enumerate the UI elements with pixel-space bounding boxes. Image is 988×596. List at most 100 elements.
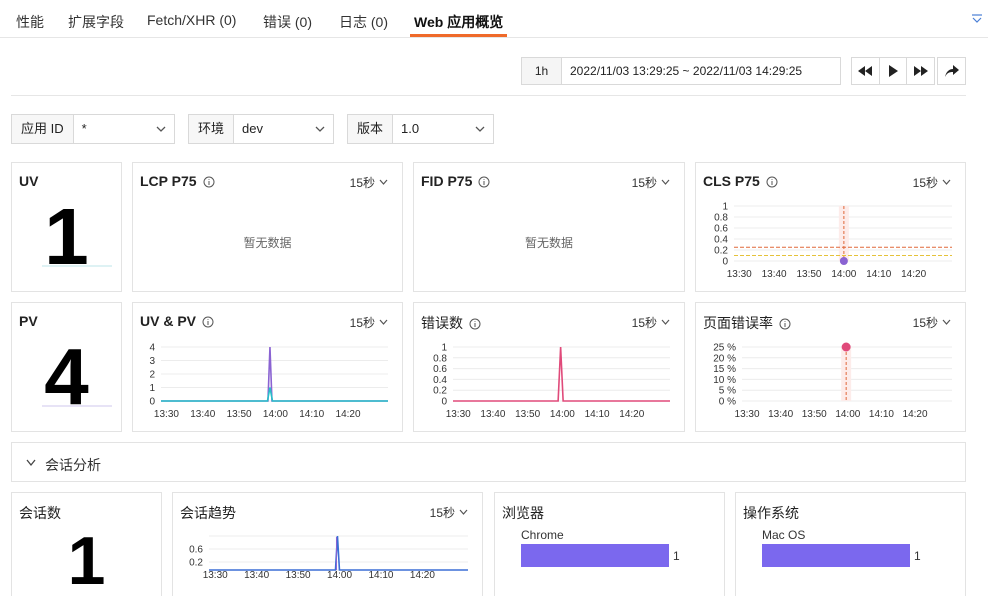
session-analysis-header[interactable]: 会话分析 xyxy=(11,442,966,482)
lcp-title-wrap: LCP P75 xyxy=(140,173,215,189)
y-tick-label: 4 xyxy=(149,343,155,354)
time-range-button[interactable]: 1h xyxy=(521,57,562,85)
cls-interval-select[interactable]: 15秒 xyxy=(913,174,951,191)
fid-title: FID P75 xyxy=(421,173,473,189)
errors-chart: 00.20.40.60.81 13:30 13:40 13:50 14:00 14:10 1… xyxy=(433,343,670,420)
x-tick-label: 13:30 xyxy=(735,409,760,420)
y-tick-label: 20 % xyxy=(713,353,736,364)
tab-extended-fields[interactable]: 扩展字段 xyxy=(68,12,124,32)
play-button[interactable] xyxy=(880,58,908,84)
interval-label: 15秒 xyxy=(631,316,657,330)
fast-forward-icon xyxy=(913,66,928,76)
time-range-display[interactable]: 2022/11/03 13:29:25 ~ 2022/11/03 14:29:2… xyxy=(561,57,841,85)
info-icon[interactable] xyxy=(779,318,791,330)
data-point xyxy=(839,257,848,265)
browser-bar xyxy=(521,544,669,567)
divider xyxy=(11,95,966,96)
info-icon[interactable] xyxy=(469,318,481,330)
browser-panel: 浏览器 Chrome 1 xyxy=(494,492,725,596)
rewind-button[interactable] xyxy=(852,58,880,84)
session-series-line xyxy=(209,535,468,571)
chevron-down-icon xyxy=(315,126,325,132)
x-tick-label: 14:20 xyxy=(336,409,361,420)
uv-pv-interval-select[interactable]: 15秒 xyxy=(350,314,388,331)
filter-env[interactable]: 环境 dev xyxy=(188,114,334,144)
share-button[interactable] xyxy=(937,57,966,85)
error-rate-interval-select[interactable]: 15秒 xyxy=(913,314,951,331)
filter-version-label: 版本 xyxy=(348,115,394,143)
session-trend-interval-select[interactable]: 15秒 xyxy=(430,504,468,521)
uv-pv-panel: UV & PV 15秒 0 1 2 3 4 13:30 13:40 13:50 14:00 14:… xyxy=(132,302,403,432)
y-tick-label: 0.8 xyxy=(433,353,447,364)
chevron-down-icon xyxy=(459,509,468,515)
info-icon[interactable] xyxy=(202,316,214,328)
chevron-down-icon xyxy=(156,126,166,132)
y-tick-label: 1 xyxy=(722,202,728,213)
y-tick-label: 0.4 xyxy=(714,235,728,246)
x-tick-label: 14:20 xyxy=(903,409,928,420)
x-tick-label: 13:50 xyxy=(796,269,821,280)
tab-web-overview[interactable]: Web 应用概览 xyxy=(414,12,503,32)
uv-value: 1 xyxy=(44,192,89,281)
data-point xyxy=(841,342,851,352)
lcp-interval-select[interactable]: 15秒 xyxy=(350,174,388,191)
browser-bar-label: Chrome xyxy=(521,528,564,542)
fid-title-wrap: FID P75 xyxy=(421,173,490,189)
y-tick-label: 0 xyxy=(149,397,155,408)
x-tick-label: 13:40 xyxy=(762,269,787,280)
info-icon[interactable] xyxy=(203,176,215,188)
chevron-down-icon xyxy=(475,126,485,132)
error-rate-chart: 0 %5 %10 %15 %20 %25 % 13:30 13:40 13:50 14:… xyxy=(713,342,952,420)
x-tick-label: 14:00 xyxy=(327,570,352,581)
pv-value: 4 xyxy=(44,332,89,421)
x-tick-label: 13:50 xyxy=(286,570,311,581)
filter-env-value: dev xyxy=(242,121,263,136)
cls-title: CLS P75 xyxy=(703,173,760,189)
os-title: 操作系统 xyxy=(743,505,799,521)
tab-performance[interactable]: 性能 xyxy=(16,12,44,32)
y-tick-label: 1 xyxy=(149,383,155,394)
rewind-icon xyxy=(858,66,873,76)
interval-label: 15秒 xyxy=(912,176,938,190)
x-tick-label: 14:00 xyxy=(550,409,575,420)
errors-title-wrap: 错误数 xyxy=(421,313,481,333)
fast-forward-button[interactable] xyxy=(907,58,934,84)
errors-panel: 错误数 15秒 0 0.2 0.4 0.6 0.8 1 13:30 13:40 13:50 14:… xyxy=(413,302,685,432)
filter-app-id[interactable]: 应用 ID * xyxy=(11,114,175,144)
pv-title: PV xyxy=(19,313,38,329)
fid-panel: FID P75 15秒 暂无数据 xyxy=(413,162,685,292)
uvpv-title-wrap: UV & PV xyxy=(140,313,214,329)
filter-app-id-label: 应用 ID xyxy=(12,115,74,143)
y-tick-label: 10 % xyxy=(713,375,736,386)
y-tick-label: 0 xyxy=(441,397,447,408)
pv-panel: PV 4 xyxy=(11,302,122,432)
playback-controls xyxy=(851,57,935,85)
errors-interval-select[interactable]: 15秒 xyxy=(632,314,670,331)
cls-title-wrap: CLS P75 xyxy=(703,173,778,189)
x-tick-label: 13:40 xyxy=(480,409,505,420)
x-tick-label: 14:00 xyxy=(831,269,856,280)
session-count-title: 会话数 xyxy=(19,505,61,521)
collapse-icon[interactable] xyxy=(970,12,984,26)
info-icon[interactable] xyxy=(478,176,490,188)
y-tick-label: 0 xyxy=(722,257,728,268)
x-tick-label: 14:00 xyxy=(835,409,860,420)
y-tick-label: 25 % xyxy=(713,343,736,354)
filter-version[interactable]: 版本 1.0 xyxy=(347,114,494,144)
x-tick-label: 14:20 xyxy=(619,409,644,420)
tab-fetch-xhr[interactable]: Fetch/XHR (0) xyxy=(147,12,236,28)
y-tick-label: 0.2 xyxy=(714,246,728,257)
uv-panel: UV 1 xyxy=(11,162,122,292)
uv-title: UV xyxy=(19,173,39,189)
x-tick-label: 14:00 xyxy=(263,409,288,420)
filter-app-id-value: * xyxy=(81,121,87,136)
tab-logs[interactable]: 日志 (0) xyxy=(339,12,388,32)
info-icon[interactable] xyxy=(766,176,778,188)
fid-interval-select[interactable]: 15秒 xyxy=(632,174,670,191)
share-arrow-icon xyxy=(944,65,959,77)
chevron-down-icon xyxy=(661,319,670,325)
tab-errors[interactable]: 错误 (0) xyxy=(263,12,312,32)
session-trend-panel: 会话趋势 15秒 0.2 0.6 13:30 13:40 13:50 14:00 14:10… xyxy=(172,492,483,596)
error-rate-panel: 页面错误率 15秒 0 % 5 % 10 % 15 % 20 % 25 % 13:30 13:… xyxy=(695,302,966,432)
x-tick-label: 13:40 xyxy=(768,409,793,420)
